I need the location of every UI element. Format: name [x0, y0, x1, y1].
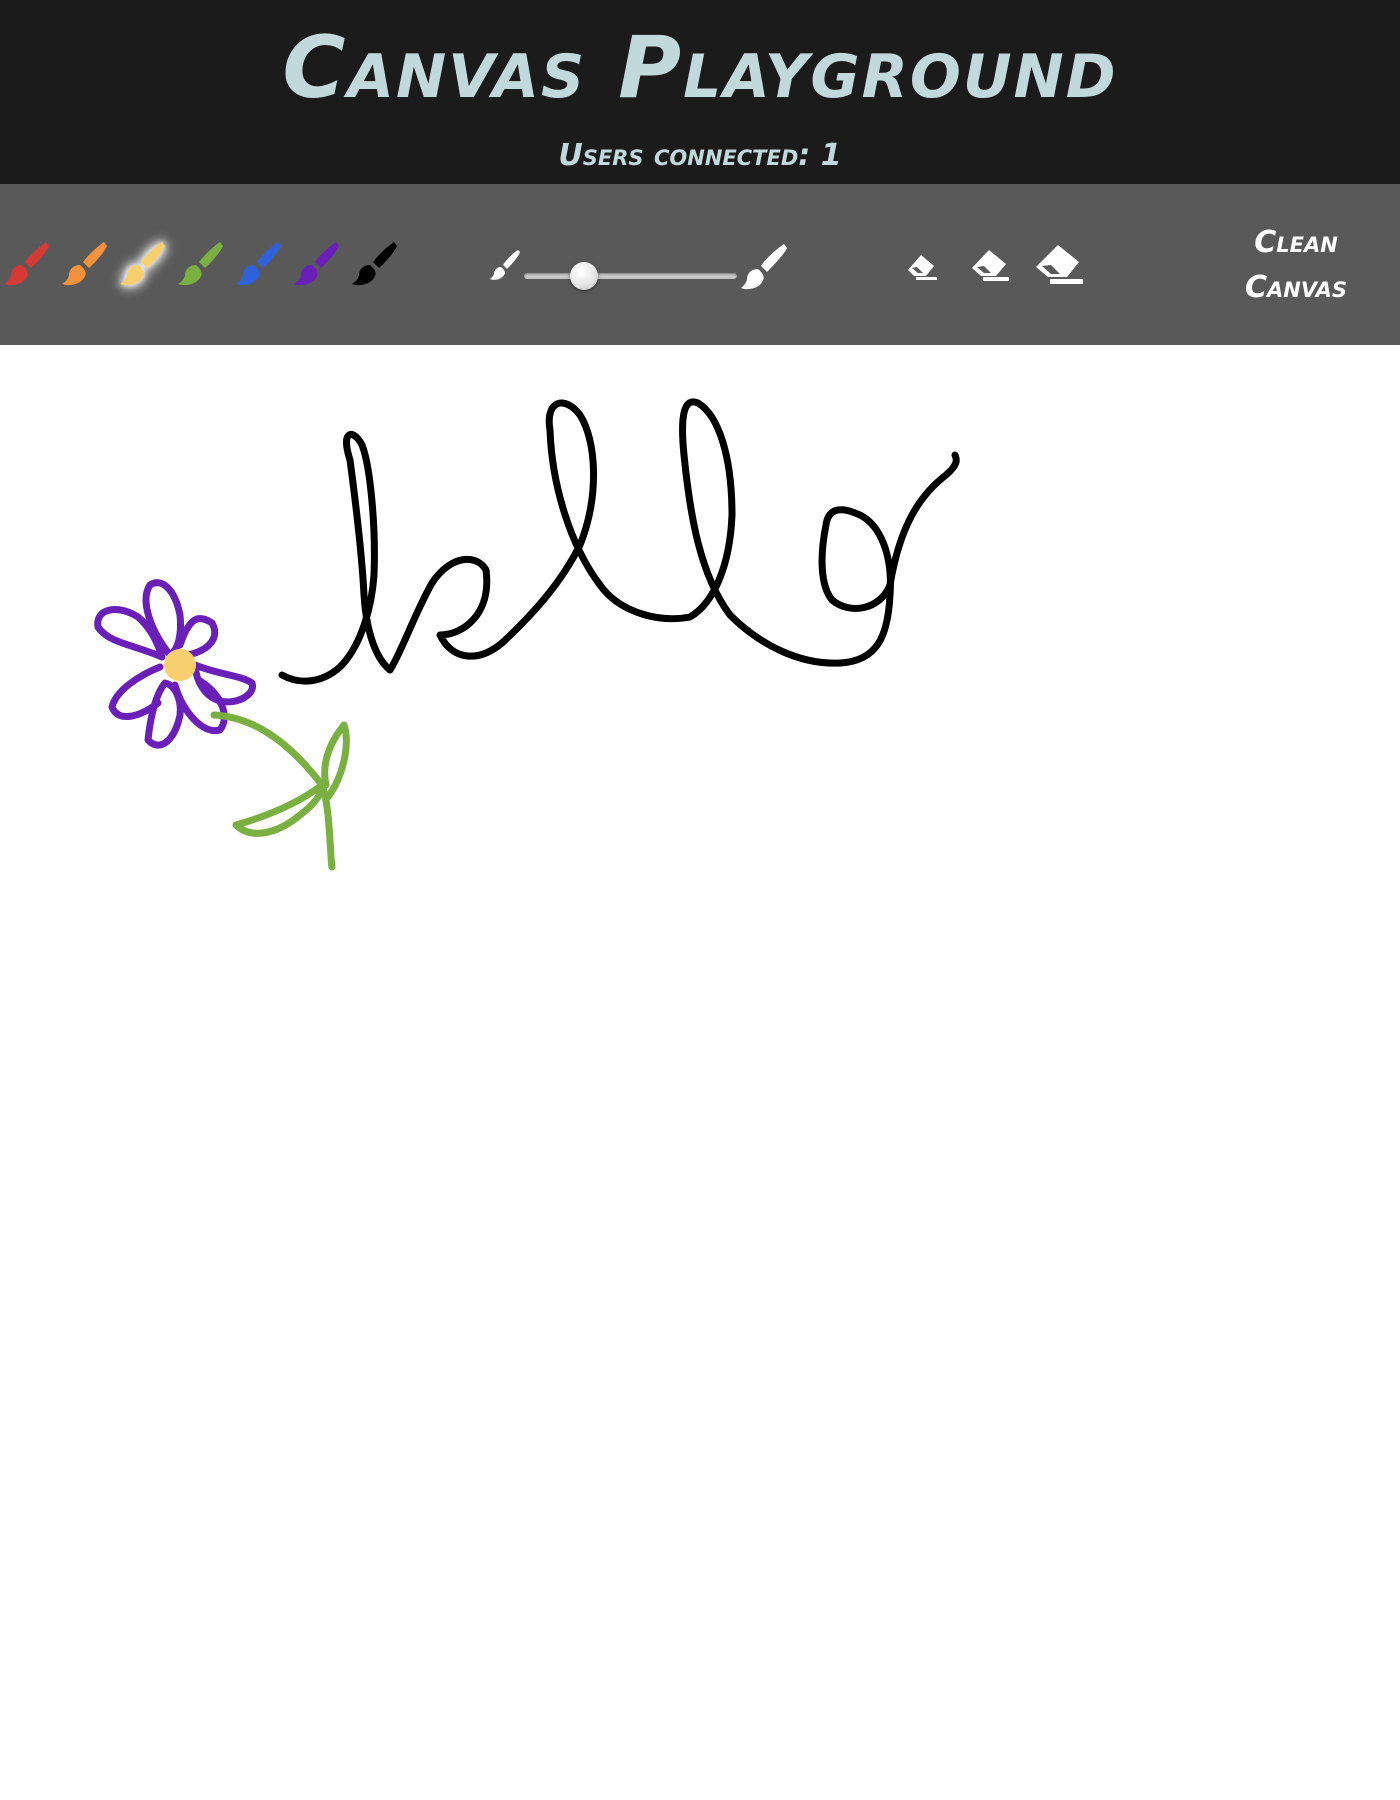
- drawing-canvas[interactable]: [0, 345, 1400, 1800]
- drawing-stroke-hello: [278, 398, 960, 685]
- brush-blue-icon[interactable]: [232, 238, 284, 290]
- eraser-small-icon[interactable]: [904, 252, 938, 288]
- brush-orange-icon[interactable]: [58, 238, 110, 290]
- brush-red-icon[interactable]: [0, 238, 52, 290]
- app-header: Canvas Playground Users connected: 1: [0, 0, 1400, 184]
- eraser-medium-icon[interactable]: [968, 247, 1010, 289]
- drawing-stem: [210, 711, 350, 871]
- brush-black-icon[interactable]: [348, 238, 400, 290]
- users-connected-label: Users connected: 1: [558, 138, 842, 173]
- eraser-large-icon[interactable]: [1032, 242, 1084, 292]
- brush-large-icon[interactable]: [738, 240, 790, 300]
- brush-yellow-icon[interactable]: [116, 238, 168, 290]
- brush-green-icon[interactable]: [174, 238, 226, 290]
- page-title: Canvas Playground: [282, 18, 1118, 118]
- clean-canvas-button[interactable]: Clean Canvas: [1216, 220, 1376, 310]
- clean-label-line1: Clean: [1254, 225, 1338, 260]
- brush-size-slider[interactable]: [524, 258, 737, 294]
- slider-thumb[interactable]: [570, 262, 598, 290]
- brush-purple-icon[interactable]: [290, 238, 342, 290]
- brush-small-icon[interactable]: [488, 246, 522, 290]
- drawing-flower-center: [164, 649, 196, 681]
- slider-track: [524, 273, 737, 279]
- clean-label-line2: Canvas: [1244, 270, 1348, 305]
- toolbar: Clean Canvas: [0, 184, 1400, 345]
